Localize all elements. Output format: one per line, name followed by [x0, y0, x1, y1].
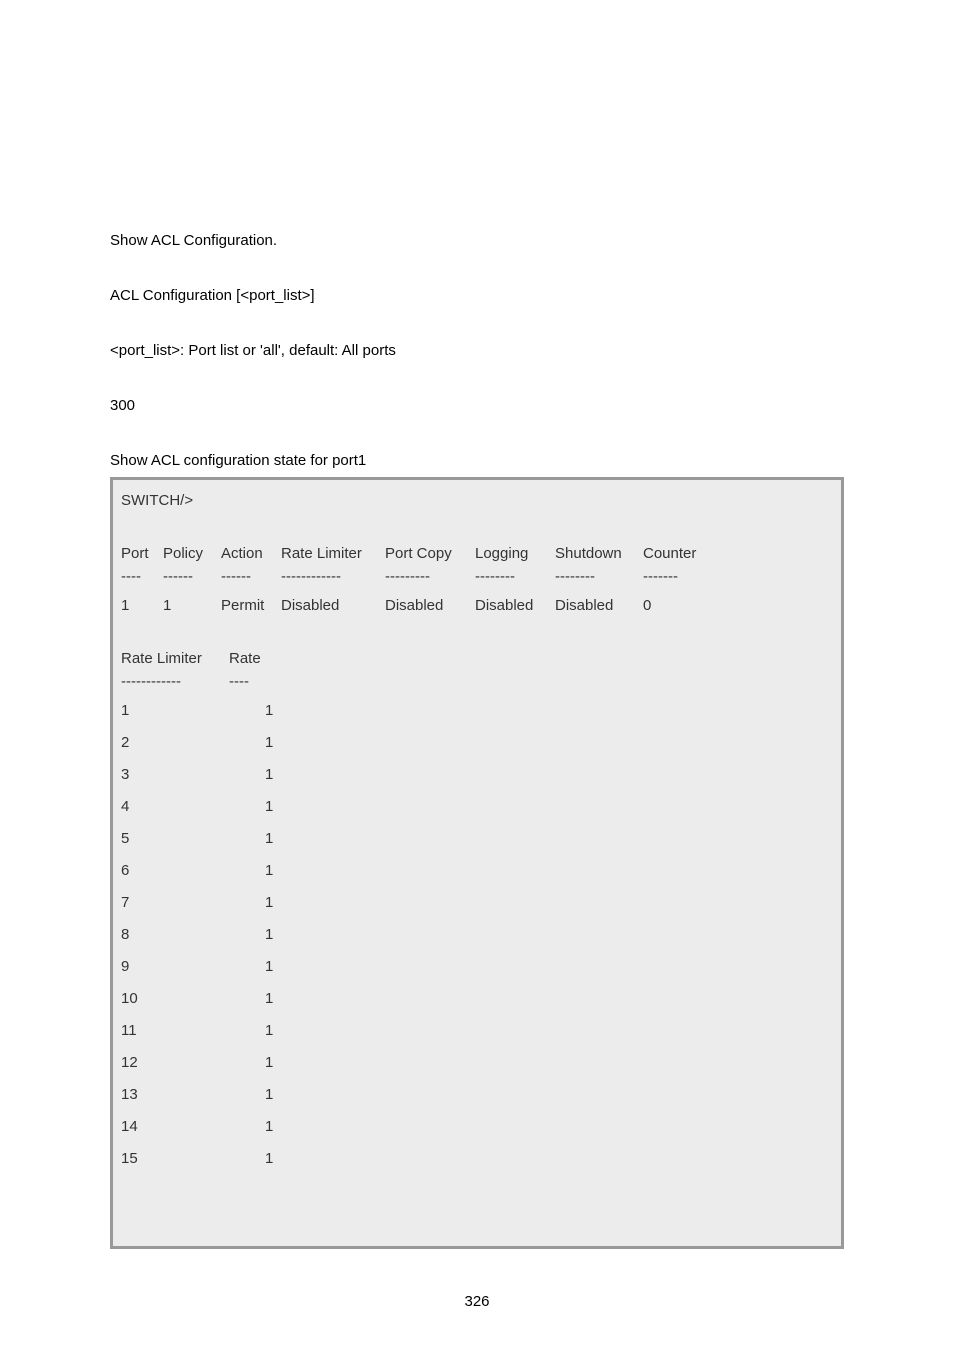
intro-line-5: Show ACL configuration state for port1 — [110, 450, 844, 471]
intro-line-4: 300 — [110, 395, 844, 416]
rate-limiter-row: 11 — [121, 700, 833, 721]
rl-cell-rate: 1 — [265, 1052, 295, 1073]
rl-cell-id: 4 — [121, 796, 151, 817]
rl-cell-rate: 1 — [265, 1116, 295, 1137]
cell-logging: Disabled — [475, 595, 555, 616]
rl-cell-rate: 1 — [265, 860, 295, 881]
rl-cell-rate: 1 — [265, 988, 295, 1009]
page: Show ACL Configuration. ACL Configuratio… — [0, 0, 954, 1350]
rl-cell-id: 7 — [121, 892, 151, 913]
col-port: Port — [121, 543, 163, 564]
cell-port: 1 — [121, 595, 163, 616]
rl-cell-id: 10 — [121, 988, 151, 1009]
rate-limiter-row: 111 — [121, 1020, 833, 1041]
col-action: Action — [221, 543, 281, 564]
rate-limiter-divider: ------------ ---- — [121, 671, 833, 692]
cell-portcopy: Disabled — [385, 595, 475, 616]
col-policy: Policy — [163, 543, 221, 564]
rl-cell-rate: 1 — [265, 732, 295, 753]
rate-limiter-row: 61 — [121, 860, 833, 881]
rl-cell-id: 3 — [121, 764, 151, 785]
rate-limiter-row: 31 — [121, 764, 833, 785]
cell-rate: Disabled — [281, 595, 385, 616]
terminal-prompt: SWITCH/> — [121, 490, 193, 511]
rl-cell-id: 1 — [121, 700, 151, 721]
rl-cell-rate: 1 — [265, 1020, 295, 1041]
rl-cell-id: 12 — [121, 1052, 151, 1073]
intro-line-2: ACL Configuration [<port_list>] — [110, 285, 844, 306]
port-table-header: Port Policy Action Rate Limiter Port Cop… — [121, 543, 833, 564]
rate-limiter-row: 12 1 — [121, 1052, 833, 1073]
port-table-divider: ---- ------ ------ ------------ --------… — [121, 566, 833, 587]
rl-cell-id: 9 — [121, 956, 151, 977]
cell-policy: 1 — [163, 595, 221, 616]
rate-limiter-row: 13 1 — [121, 1084, 833, 1105]
rate-limiter-header: Rate Limiter Rate — [121, 648, 833, 669]
rl-cell-id: 5 — [121, 828, 151, 849]
rl-cell-rate: 1 — [265, 924, 295, 945]
col-shutdown: Shutdown — [555, 543, 643, 564]
rate-limiter-row: 91 — [121, 956, 833, 977]
rate-limiter-row: 81 — [121, 924, 833, 945]
col-port-copy: Port Copy — [385, 543, 475, 564]
rate-limiter-row: 71 — [121, 892, 833, 913]
rl-cell-rate: 1 — [265, 764, 295, 785]
rate-limiter-row: 15 1 — [121, 1148, 833, 1169]
rl-cell-id: 15 — [121, 1148, 151, 1169]
rl-cell-id: 14 — [121, 1116, 151, 1137]
cell-counter: 0 — [643, 595, 713, 616]
rate-limiter-row: 21 — [121, 732, 833, 753]
cell-action: Permit — [221, 595, 281, 616]
intro-line-1: Show ACL Configuration. — [110, 230, 844, 251]
port-table-row: 1 1 Permit Disabled Disabled Disabled Di… — [121, 595, 833, 616]
page-number: 326 — [0, 1293, 954, 1310]
cell-shutdown: Disabled — [555, 595, 643, 616]
rl-cell-rate: 1 — [265, 956, 295, 977]
col-logging: Logging — [475, 543, 555, 564]
rate-limiter-rows: 112131415161718191101111121131141151 — [121, 700, 833, 1169]
rl-col-id: Rate Limiter — [121, 648, 229, 669]
rate-limiter-row: 51 — [121, 828, 833, 849]
intro-line-3: <port_list>: Port list or 'all', default… — [110, 340, 844, 361]
rl-cell-id: 11 — [121, 1020, 151, 1041]
rate-limiter-row: 41 — [121, 796, 833, 817]
rl-cell-id: 2 — [121, 732, 151, 753]
rl-cell-rate: 1 — [265, 892, 295, 913]
terminal-output: SWITCH/> Port Policy Action Rate Limiter… — [110, 477, 844, 1249]
rl-cell-rate: 1 — [265, 1084, 295, 1105]
rate-limiter-row: 14 1 — [121, 1116, 833, 1137]
rl-cell-rate: 1 — [265, 700, 295, 721]
rl-cell-rate: 1 — [265, 796, 295, 817]
rl-cell-rate: 1 — [265, 828, 295, 849]
rl-cell-id: 8 — [121, 924, 151, 945]
col-rate-limiter: Rate Limiter — [281, 543, 385, 564]
col-counter: Counter — [643, 543, 713, 564]
rl-cell-id: 13 — [121, 1084, 151, 1105]
rl-cell-id: 6 — [121, 860, 151, 881]
rl-col-rate: Rate — [229, 648, 279, 669]
rl-cell-rate: 1 — [265, 1148, 295, 1169]
rate-limiter-row: 10 1 — [121, 988, 833, 1009]
